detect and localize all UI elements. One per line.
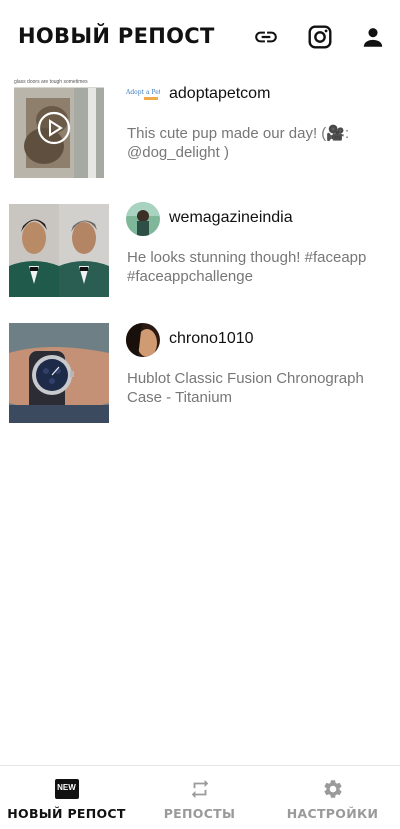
- list-item[interactable]: glass doors are tough sometimes Adopt a …: [0, 78, 400, 182]
- tab-label: НОВЫЙ РЕПОСТ: [7, 806, 126, 821]
- avatar[interactable]: Adopt a Pet: [126, 78, 160, 112]
- repost-icon: [188, 778, 212, 800]
- username[interactable]: adoptapetcom: [169, 85, 270, 103]
- page-title: НОВЫЙ РЕПОСТ: [18, 24, 215, 48]
- app-header: НОВЫЙ РЕПОСТ: [0, 0, 400, 72]
- avatar[interactable]: [126, 202, 160, 236]
- post-caption: This cute pup made our day! (🎥: @dog_del…: [127, 125, 350, 161]
- list-item[interactable]: chrono1010 Hublot Classic Fusion Chronog…: [0, 323, 400, 427]
- new-badge-icon: NEW: [54, 778, 79, 800]
- list-item[interactable]: wemagazineindia He looks stunning though…: [0, 202, 400, 306]
- post-thumbnail[interactable]: glass doors are tough sometimes: [14, 78, 104, 178]
- tab-reposts[interactable]: РЕПОСТЫ: [133, 766, 266, 829]
- username[interactable]: wemagazineindia: [169, 209, 293, 227]
- tab-label: НАСТРОЙКИ: [286, 806, 379, 821]
- tab-settings[interactable]: НАСТРОЙКИ: [266, 766, 399, 829]
- post-caption: Hublot Classic Fusion Chronograph Case -…: [127, 370, 364, 406]
- thumbnail-caption: glass doors are tough sometimes: [14, 79, 88, 85]
- avatar[interactable]: [126, 323, 160, 357]
- tab-label: РЕПОСТЫ: [163, 806, 236, 821]
- gear-icon: [321, 778, 345, 800]
- tab-new-repost[interactable]: NEW НОВЫЙ РЕПОСТ: [0, 766, 133, 829]
- username[interactable]: chrono1010: [169, 330, 254, 348]
- bottom-navigation: NEW НОВЫЙ РЕПОСТ РЕПОСТЫ НАСТРОЙКИ: [0, 765, 400, 829]
- post-thumbnail[interactable]: [9, 204, 109, 297]
- post-caption: He looks stunning though! #faceapp #face…: [127, 249, 367, 285]
- new-badge-text: NEW: [57, 783, 76, 792]
- post-thumbnail[interactable]: [9, 323, 109, 423]
- link-icon[interactable]: [253, 24, 279, 50]
- avatar-logo-text: Adopt a Pet: [126, 89, 160, 96]
- profile-icon[interactable]: [360, 24, 386, 50]
- instagram-icon[interactable]: [307, 24, 333, 50]
